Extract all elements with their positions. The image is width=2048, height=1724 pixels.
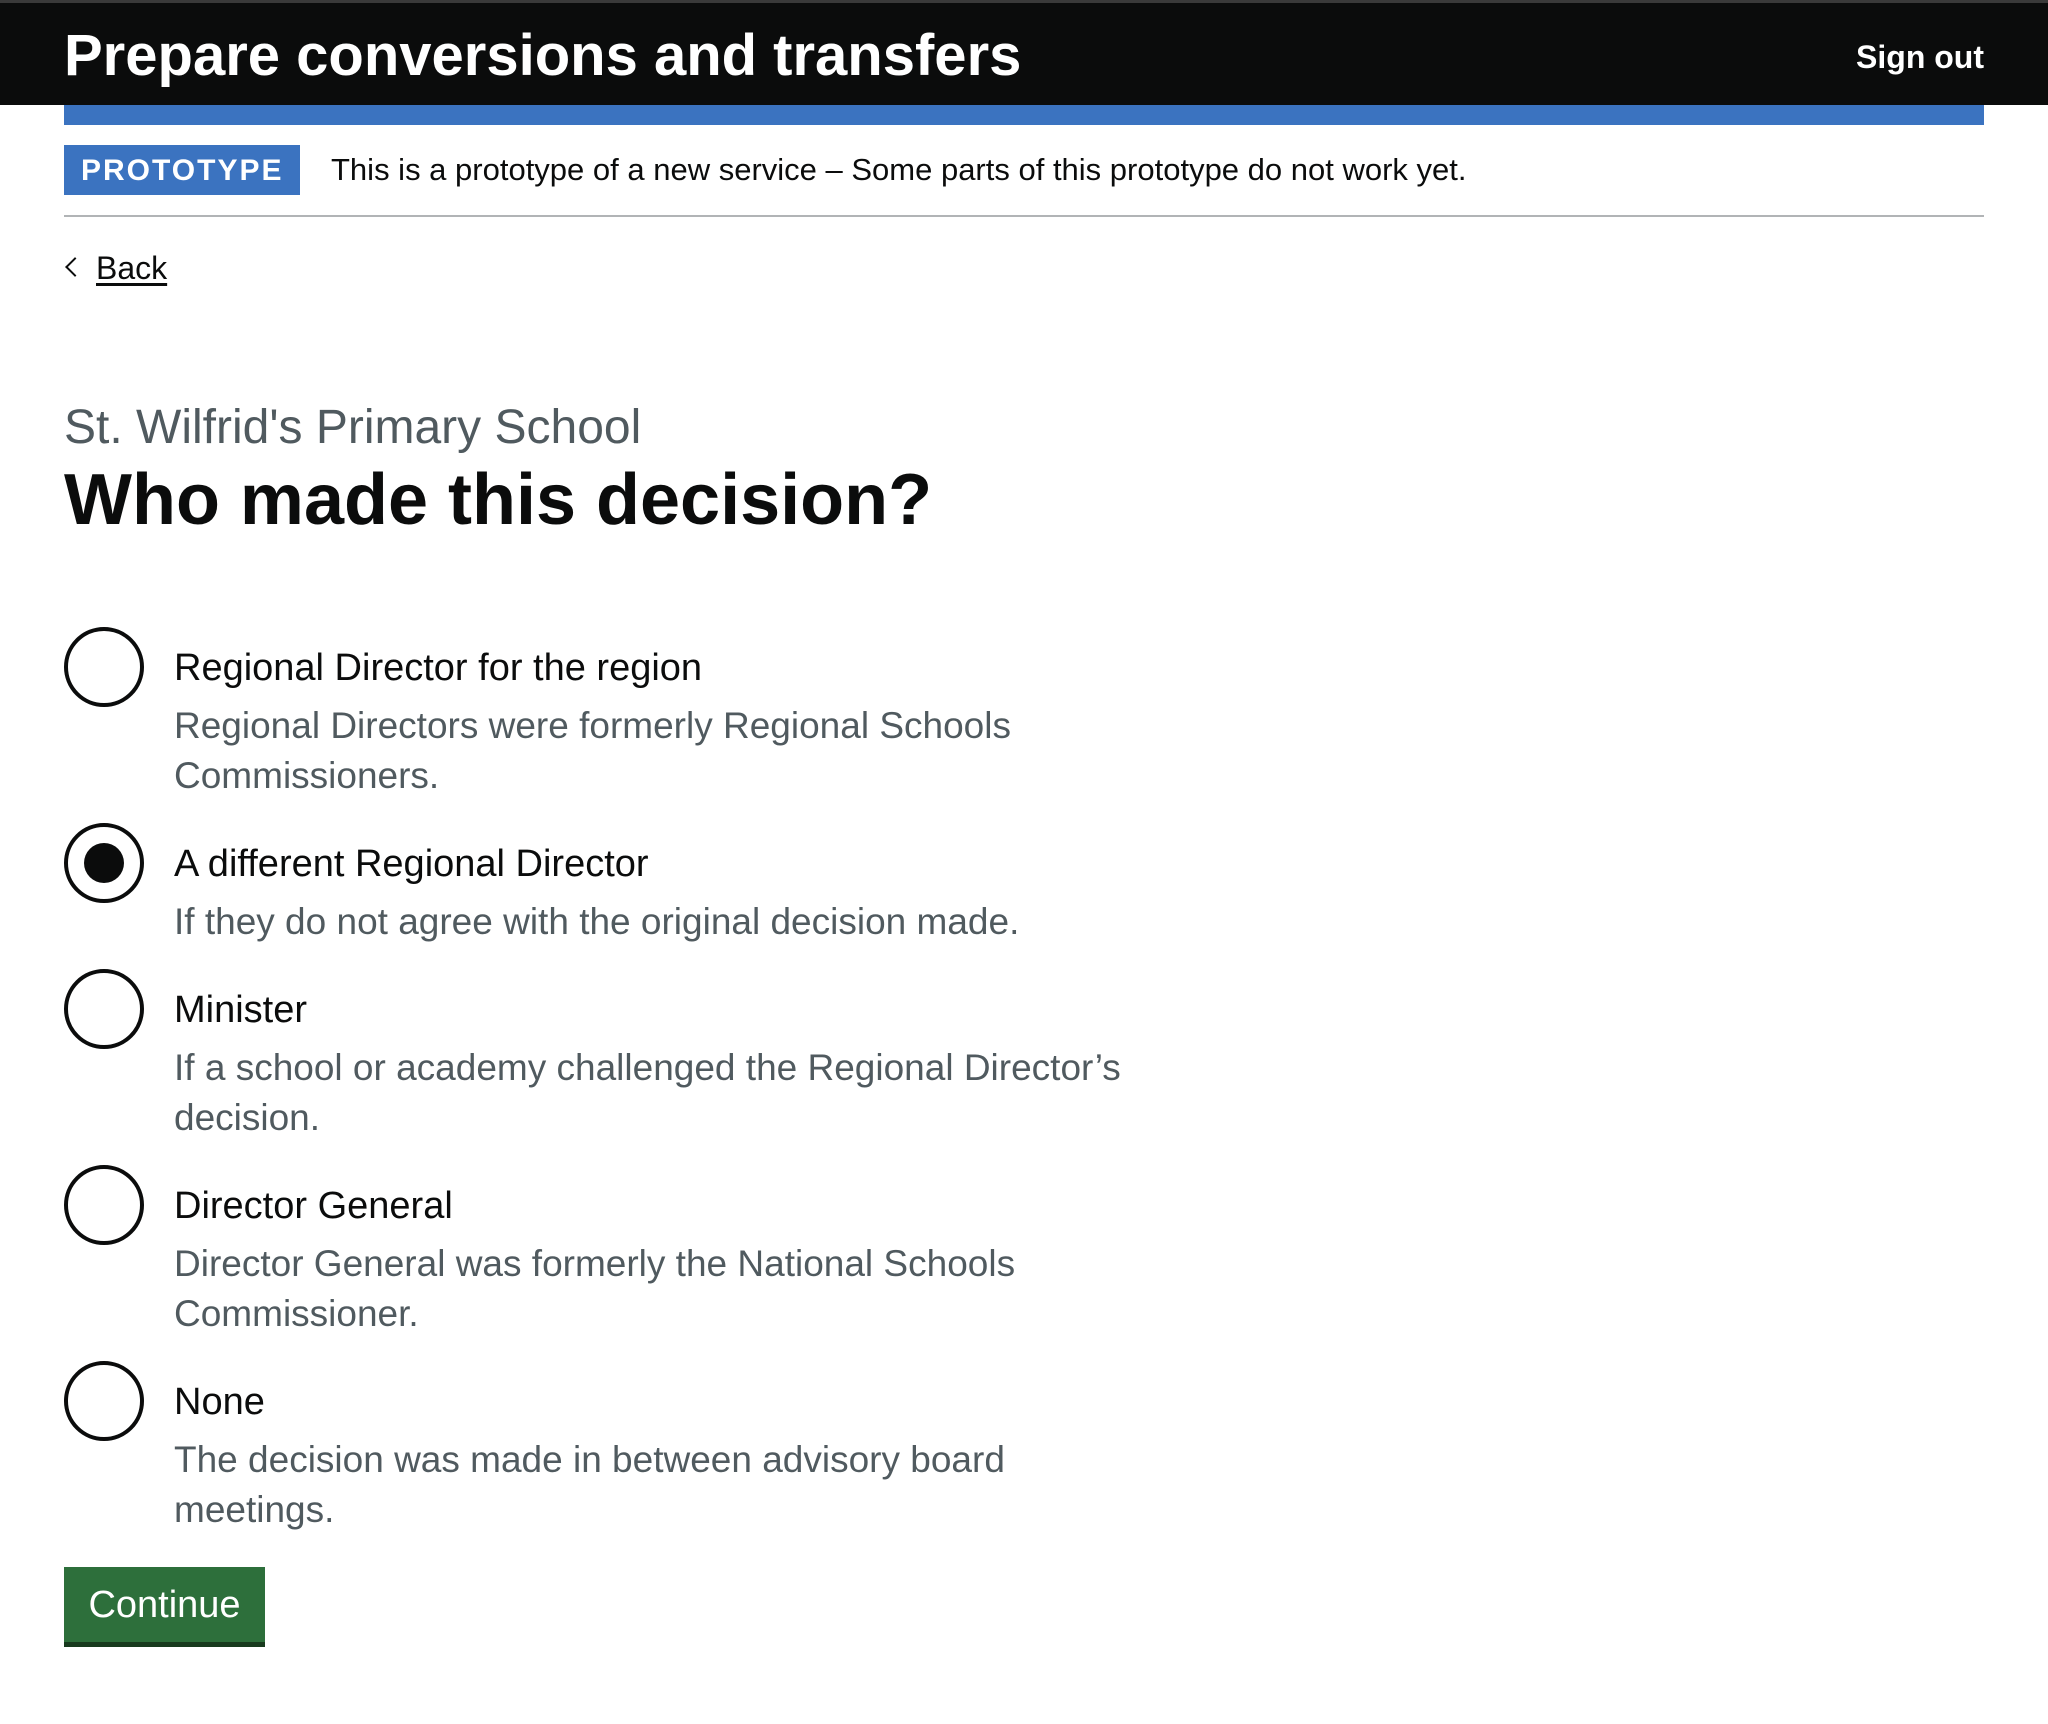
sign-out-link[interactable]: Sign out [1856, 35, 1984, 79]
radio-button[interactable] [64, 1361, 144, 1441]
radio-hint: If they do not agree with the original d… [174, 901, 1020, 942]
phase-banner: PROTOTYPE This is a prototype of a new s… [64, 145, 1984, 217]
radio-hint: Director General was formerly the Nation… [174, 1243, 1016, 1334]
site-header: Prepare conversions and transfers Sign o… [0, 0, 2048, 105]
back-link[interactable]: Back [64, 246, 167, 290]
chevron-left-icon [65, 257, 85, 277]
radio-hint: The decision was made in between advisor… [174, 1439, 1005, 1530]
radio-hint: Regional Directors were formerly Regiona… [174, 705, 1011, 796]
service-name-link[interactable]: Prepare conversions and transfers [64, 21, 1021, 91]
radio-label[interactable]: Regional Director for the region [174, 643, 702, 693]
phase-banner-text: This is a prototype of a new service – S… [331, 152, 1467, 187]
radio-label[interactable]: None [174, 1377, 265, 1427]
radio-button[interactable] [64, 969, 144, 1049]
header-accent-bar [64, 105, 1984, 125]
page-title: Who made this decision? [64, 460, 933, 540]
radio-label[interactable]: Director General [174, 1181, 453, 1231]
school-name-caption: St. Wilfrid's Primary School [64, 401, 642, 454]
radio-hint: If a school or academy challenged the Re… [174, 1047, 1121, 1138]
continue-button[interactable]: Continue [64, 1567, 265, 1647]
phase-tag: PROTOTYPE [64, 145, 301, 195]
radio-button[interactable] [64, 627, 144, 707]
radio-button[interactable] [64, 1165, 144, 1245]
radio-label[interactable]: A different Regional Director [174, 839, 649, 889]
radio-button-selected[interactable] [64, 823, 144, 903]
back-link-label: Back [96, 250, 168, 286]
radio-label[interactable]: Minister [174, 985, 307, 1035]
